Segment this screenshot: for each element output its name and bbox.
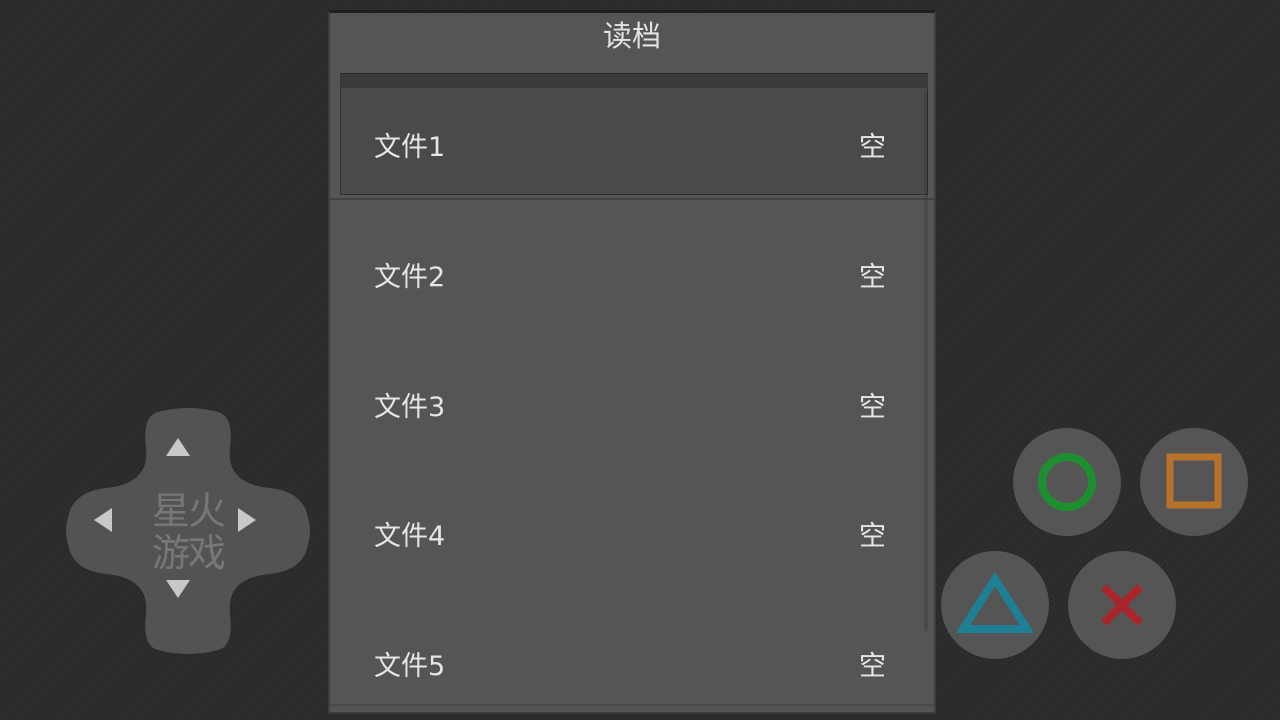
slot-name: 文件4 (374, 521, 446, 552)
list-top-bar (340, 73, 928, 89)
down-arrow-icon (166, 580, 190, 598)
triangle-icon (957, 573, 1033, 633)
slot-name: 文件1 (374, 132, 446, 163)
slot-status: 空 (859, 262, 886, 293)
slot-name: 文件2 (374, 262, 446, 293)
up-arrow-icon (166, 438, 190, 456)
dpad[interactable]: 星火 游戏 (66, 408, 310, 654)
left-arrow-icon (94, 508, 112, 532)
slot-name: 文件3 (374, 392, 446, 423)
scrollbar[interactable] (924, 91, 928, 631)
save-slot-4[interactable]: 文件4 空 (330, 460, 934, 590)
slot-status: 空 (859, 521, 886, 552)
cross-button[interactable] (1068, 551, 1176, 659)
dpad-right[interactable] (236, 506, 286, 556)
slot-name: 文件5 (374, 651, 446, 682)
save-slot-3[interactable]: 文件3 空 (330, 330, 934, 460)
logo-line-2: 游戏 (151, 531, 226, 575)
slot-status: 空 (859, 651, 886, 682)
triangle-button[interactable] (941, 551, 1049, 659)
dpad-up[interactable] (164, 436, 214, 486)
slot-status: 空 (859, 392, 886, 423)
cross-icon (1101, 584, 1143, 626)
circle-icon (1038, 453, 1096, 511)
dialog-title: 读档 (602, 19, 661, 53)
save-slot-5[interactable]: 文件5 空 (330, 590, 934, 720)
dpad-logo: 星火 游戏 (140, 490, 236, 574)
slot-status: 空 (859, 132, 886, 163)
dpad-down[interactable] (164, 578, 214, 628)
square-button[interactable] (1140, 428, 1248, 536)
save-slot-list: 文件1 空 文件2 空 文件3 空 文件4 空 文件5 空 (330, 88, 934, 712)
load-dialog: 读档 文件1 空 文件2 空 文件3 空 文件4 空 文件5 空 (328, 10, 936, 714)
dpad-left[interactable] (92, 506, 142, 556)
square-icon (1166, 453, 1222, 509)
save-slot-2[interactable]: 文件2 空 (330, 200, 934, 330)
bottom-divider (330, 704, 934, 706)
right-arrow-icon (238, 508, 256, 532)
circle-button[interactable] (1013, 428, 1121, 536)
logo-line-1: 星火 (151, 489, 226, 533)
